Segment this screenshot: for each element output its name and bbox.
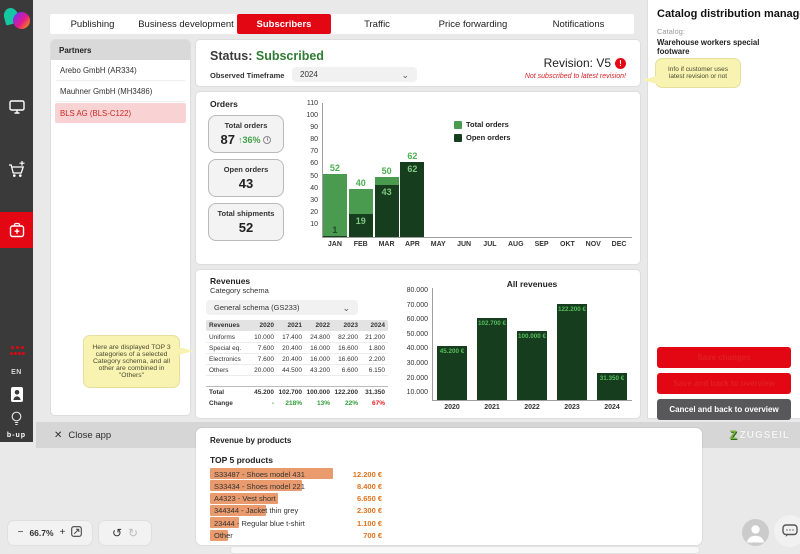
horizontal-scrollbar[interactable]	[230, 546, 700, 554]
tab-notifications[interactable]: Notifications	[523, 14, 634, 34]
history-toolbar: ↺ ↻	[99, 521, 151, 545]
partners-list: Arebo GmbH (AR334)Mauhner GmbH (MH3486)B…	[51, 61, 190, 123]
bup-logo: b-up	[0, 429, 33, 441]
revenue-bar-2023	[557, 304, 587, 400]
language-switcher[interactable]: EN	[0, 366, 33, 378]
language-label: EN	[11, 369, 22, 376]
tab-bar: PublishingBusiness developmentSubscriber…	[50, 14, 634, 34]
tab-publishing[interactable]: Publishing	[50, 14, 135, 34]
undo-button[interactable]: ↺	[112, 528, 122, 538]
top5-products-chart: S33487 - Shoes model 43112.200 €S33434 -…	[196, 428, 702, 545]
revenue-bar-2022	[517, 331, 547, 400]
tab-subscribers[interactable]: Subscribers	[237, 14, 331, 34]
chevron-down-icon: ⌄	[401, 72, 409, 78]
save-changes-button[interactable]: Save changes	[657, 347, 791, 368]
app-logo-icon[interactable]	[0, 0, 33, 34]
product-row: S33434 - Shoes model 2218.400 €	[210, 480, 610, 491]
product-row: S33487 - Shoes model 43112.200 €	[210, 468, 610, 479]
status-panel: Status: Subscribed Observed Timeframe 20…	[196, 40, 640, 86]
timeframe-value: 2024	[300, 70, 318, 79]
product-row: Other700 €	[210, 530, 610, 541]
revision-annotation-note: Info if customer uses latest revision or…	[655, 58, 741, 88]
zoom-out-button[interactable]: −	[18, 528, 24, 538]
product-row: A4323 - Vest short6.650 €	[210, 493, 610, 504]
orders-panel: Orders Total orders87↑36%iOpen orders43T…	[196, 92, 640, 264]
status-line: Status: Subscribed	[210, 49, 324, 63]
timeframe-label: Observed Timeframe	[210, 71, 284, 80]
categories-note-text: Here are displayed TOP 3 categories of a…	[90, 344, 173, 379]
legend-open-orders: Open orders	[454, 133, 511, 142]
cart-plus-icon[interactable]	[0, 154, 33, 184]
revision-text: Revision: V5	[544, 56, 611, 70]
orders-chart: 110100908070605040302010JANFEBMARAPRMAYJ…	[196, 92, 640, 264]
save-and-back-to-overview-button[interactable]: Save and back to overview	[657, 373, 791, 394]
all-revenues-chart: All revenues 80.00070.00060.00050.00040.…	[196, 270, 640, 418]
zugseil-logo-icon: Z	[729, 428, 736, 442]
bup-logo-text: b-up	[7, 432, 26, 439]
fit-to-screen-icon[interactable]	[71, 526, 82, 540]
tab-traffic[interactable]: Traffic	[331, 14, 423, 34]
close-app-button[interactable]: ✕ Close app	[54, 430, 111, 441]
timeframe-dropdown[interactable]: 2024 ⌄	[292, 67, 417, 82]
all-revenues-title: All revenues	[432, 279, 632, 289]
page-title: Catalog distribution manager	[657, 8, 792, 20]
zugseil-brand: Z ZUGSEIL	[729, 428, 790, 442]
status-label: Status:	[210, 49, 252, 63]
chat-bubble-icon	[782, 524, 798, 538]
catalog-add-icon[interactable]	[0, 212, 33, 248]
logo-circle-shape	[13, 12, 30, 29]
legend-total-orders: Total orders	[454, 120, 509, 129]
revision-warning: Not subscribed to latest revision!	[525, 73, 626, 80]
dots-cluster-icon[interactable]	[0, 344, 33, 358]
zoom-toolbar: − 66.7% +	[8, 521, 92, 545]
revenue-by-products-panel: Revenue by products TOP 5 products S3348…	[196, 428, 702, 545]
comments-button[interactable]	[774, 515, 800, 547]
tab-price-forwarding[interactable]: Price forwarding	[423, 14, 523, 34]
partner-item[interactable]: BLS AG (BLS-C122)	[55, 103, 186, 123]
sidebar: EN b-up	[0, 0, 33, 442]
product-row: 23444 - Regular blue t-shirt1.100 €	[210, 517, 610, 528]
zoom-in-button[interactable]: +	[60, 528, 66, 538]
revision-note-text: Info if customer uses latest revision or…	[662, 66, 734, 80]
cancel-and-back-to-overview-button[interactable]: Cancel and back to overview	[657, 399, 791, 420]
id-badge-icon[interactable]	[0, 384, 33, 404]
revision-alert-icon[interactable]: !	[615, 58, 626, 69]
zugseil-logo-text: ZUGSEIL	[740, 430, 790, 441]
monitor-icon[interactable]	[0, 92, 33, 122]
close-icon: ✕	[54, 430, 62, 441]
revenues-panel: Revenues Category schema General schema …	[196, 270, 640, 418]
product-row: 344344 - Jacket thin grey2.300 €	[210, 505, 610, 516]
redo-button[interactable]: ↻	[128, 528, 138, 538]
zoom-level: 66.7%	[29, 528, 53, 538]
categories-annotation-note: Here are displayed TOP 3 categories of a…	[83, 335, 180, 388]
catalog-value: Warehouse workers special footware	[657, 38, 792, 56]
status-value: Subscribed	[256, 49, 324, 63]
revision-line: Revision: V5 !	[544, 56, 626, 70]
note-pointer	[178, 347, 194, 355]
lightbulb-icon[interactable]	[0, 410, 33, 426]
tab-business-development[interactable]: Business development	[135, 14, 237, 34]
partner-item[interactable]: Mauhner GmbH (MH3486)	[55, 82, 186, 102]
close-app-label: Close app	[68, 430, 111, 441]
catalog-label: Catalog:	[657, 27, 792, 36]
revenue-bar-2021	[477, 318, 507, 400]
open-orders-bar	[323, 236, 347, 237]
partners-header: Partners	[51, 40, 190, 60]
partner-item[interactable]: Arebo GmbH (AR334)	[55, 61, 186, 81]
app-root: EN b-up PublishingBusiness developmentSu…	[0, 0, 800, 554]
user-avatar[interactable]	[742, 519, 769, 551]
note-pointer	[642, 76, 657, 84]
